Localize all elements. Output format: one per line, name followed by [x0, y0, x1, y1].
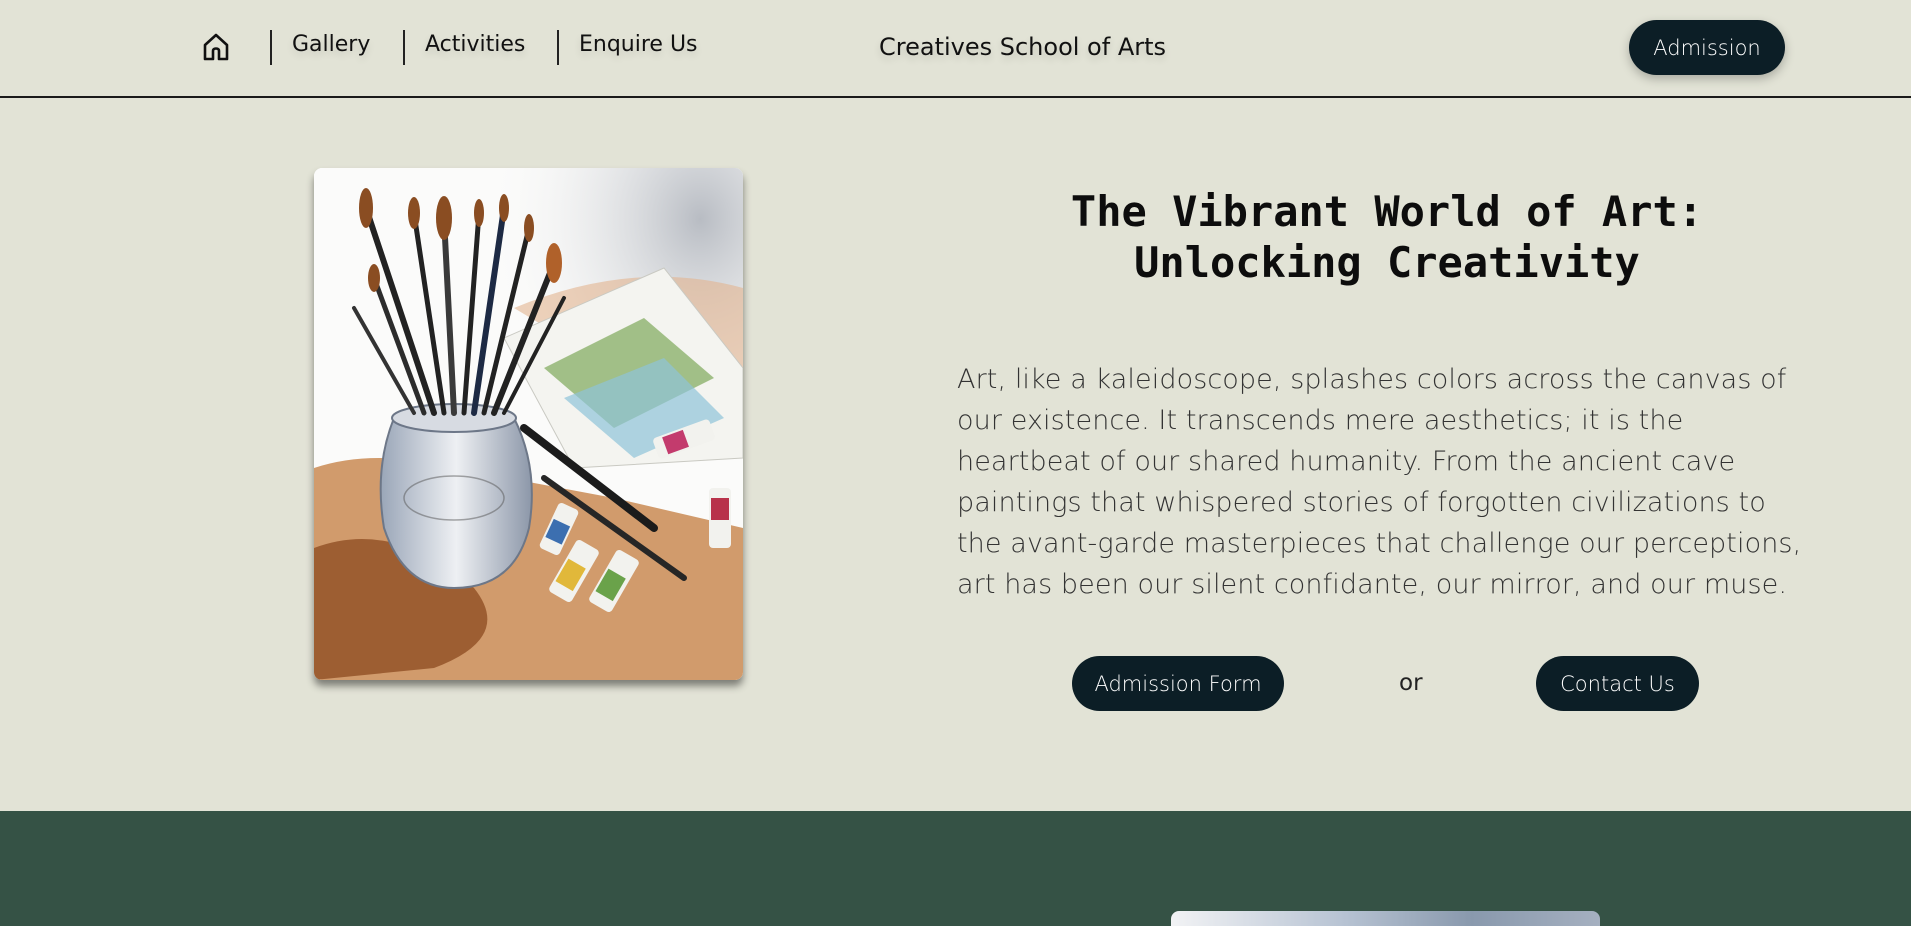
admission-form-button[interactable]: Admission Form: [1072, 656, 1284, 711]
hero-artwork-image: [314, 168, 743, 680]
nav-divider: [403, 30, 405, 65]
or-separator: or: [1399, 670, 1423, 696]
site-title: Creatives School of Arts: [879, 33, 1167, 61]
art-supplies-illustration: [314, 168, 743, 680]
admission-button[interactable]: Admission: [1629, 20, 1785, 75]
section-image: [1171, 911, 1600, 926]
nav-link-gallery[interactable]: Gallery: [292, 32, 370, 57]
next-section: [0, 811, 1911, 926]
nav-divider: [270, 30, 272, 65]
hero-title-line-1: The Vibrant World of Art:: [1070, 187, 1704, 236]
contact-us-button[interactable]: Contact Us: [1536, 656, 1699, 711]
hero-description: Art, like a kaleidoscope, splashes color…: [957, 364, 1802, 600]
home-link[interactable]: [199, 30, 233, 64]
hero-title: The Vibrant World of Art: Unlocking Crea…: [957, 186, 1817, 288]
nav-link-activities[interactable]: Activities: [425, 32, 525, 57]
nav-divider: [557, 30, 559, 65]
hero-title-line-2: Unlocking Creativity: [1134, 238, 1640, 287]
top-navigation: Gallery Activities Enquire Us Creatives …: [0, 0, 1911, 98]
home-icon: [203, 33, 229, 61]
nav-link-enquire[interactable]: Enquire Us: [579, 32, 698, 57]
